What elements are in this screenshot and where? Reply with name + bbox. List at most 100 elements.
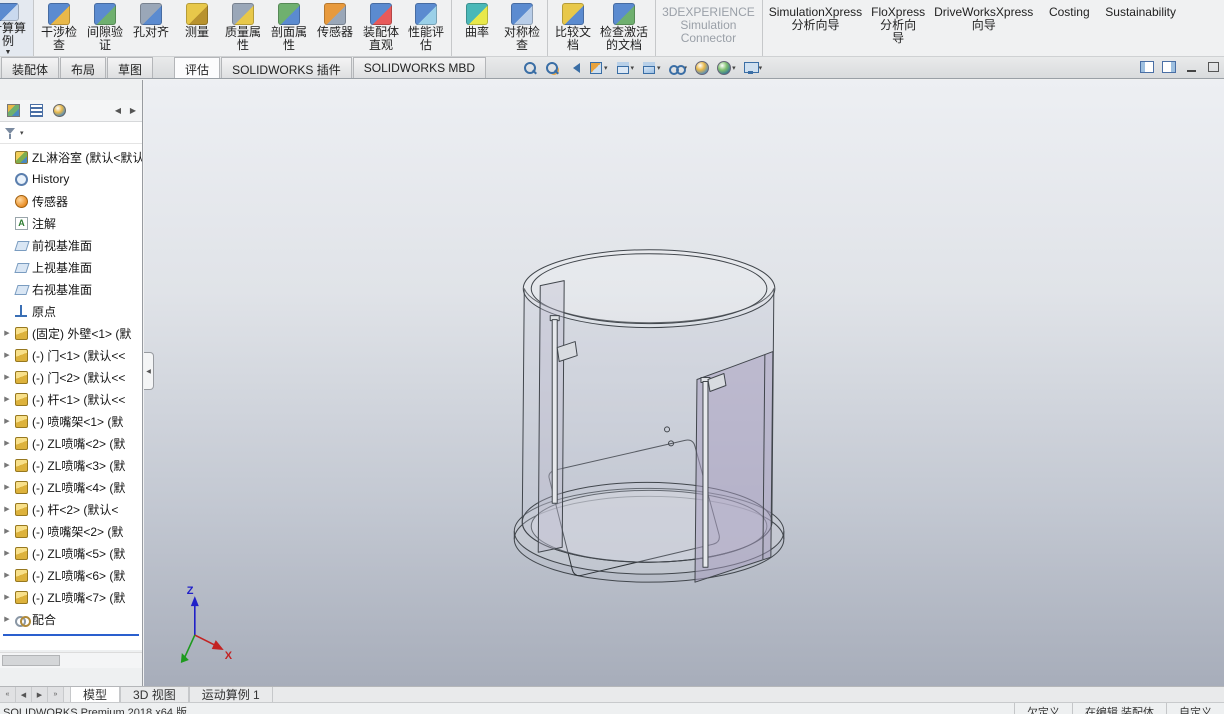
expander-arrow-icon[interactable] [3, 505, 11, 513]
feature-tree-item[interactable]: (-) ZL喷嘴<5> (默 [0, 542, 142, 564]
ribbon-command-button[interactable]: 间隙验 证 [82, 0, 128, 56]
feature-tree-item[interactable]: 前视基准面 [0, 234, 142, 256]
command-tab[interactable]: 布局 [60, 57, 107, 78]
rollback-bar[interactable] [3, 634, 139, 636]
display-manager-tab[interactable] [48, 101, 70, 120]
feature-tree-item[interactable]: (-) 喷嘴架<1> (默 [0, 410, 142, 432]
ribbon-command-button[interactable]: 质量属 性 [220, 0, 266, 56]
expander-arrow-icon[interactable] [3, 373, 11, 381]
chevron-down-icon[interactable]: ▾ [657, 64, 661, 72]
feature-tree-item[interactable]: (-) 杆<2> (默认< [0, 498, 142, 520]
ribbon-command-button[interactable]: Sustainability [1101, 0, 1180, 56]
feature-tree-item[interactable]: 配合 [0, 608, 142, 630]
feature-tree-item[interactable]: (-) ZL喷嘴<3> (默 [0, 454, 142, 476]
tree-filter[interactable]: ▾ [0, 122, 142, 144]
ribbon-command-button[interactable]: 检查激活 的文档 [596, 0, 657, 56]
command-tab[interactable]: 草图 [107, 57, 154, 78]
feature-tree-item[interactable]: (固定) 外壁<1> (默 [0, 322, 142, 344]
feature-tree-item[interactable]: (-) ZL喷嘴<6> (默 [0, 564, 142, 586]
go-first-icon[interactable]: « [0, 687, 16, 702]
command-tab[interactable]: 评估 [174, 57, 221, 78]
edit-appearance-button[interactable] [692, 58, 712, 77]
chevron-down-icon[interactable]: ▾ [732, 64, 736, 72]
ribbon-command-button[interactable]: DriveWorksXpress 向导 [930, 0, 1037, 56]
ribbon-command-button[interactable]: 装配体 直观 [358, 0, 404, 56]
ribbon-command-button[interactable]: 比较文 档 [550, 0, 596, 56]
previous-pane-arrow-icon[interactable]: ◀ [111, 106, 125, 115]
zoom-fit-button[interactable] [520, 58, 540, 77]
ribbon-command-button[interactable]: FloXpress 分析向 导 [866, 0, 930, 56]
minimize-icon[interactable] [1182, 59, 1200, 75]
expander-arrow-icon[interactable] [3, 461, 11, 469]
feature-tree-item[interactable]: (-) 门<1> (默认<< [0, 344, 142, 366]
go-previous-icon[interactable]: ◀ [16, 687, 32, 702]
view-settings-button[interactable]: ▾ [741, 58, 766, 77]
go-next-icon[interactable]: ▶ [32, 687, 48, 702]
featuremanager-tree-tab[interactable] [2, 101, 24, 120]
cabin-geometry[interactable] [513, 249, 785, 583]
property-manager-tab[interactable] [25, 101, 47, 120]
chevron-down-icon[interactable]: ▾ [20, 129, 24, 137]
graphics-area[interactable]: Z X [144, 80, 1224, 686]
chevron-down-icon[interactable]: ▾ [759, 64, 763, 72]
chevron-down-icon[interactable]: ▾ [604, 64, 608, 72]
chevron-down-icon[interactable]: ▾ [631, 64, 635, 72]
apply-scene-button[interactable]: ▾ [714, 58, 739, 77]
feature-tree-item[interactable]: (-) ZL喷嘴<7> (默 [0, 586, 142, 608]
ribbon-command-button[interactable]: 曲率 [454, 0, 500, 56]
feature-tree-item[interactable]: ZL淋浴室 (默认<默认_ [0, 146, 142, 168]
ribbon-command-button[interactable]: 3DEXPERIENCE Simulation Connector [658, 0, 763, 56]
tree-horizontal-scrollbar[interactable] [0, 652, 142, 668]
expander-arrow-icon[interactable] [3, 483, 11, 491]
next-pane-arrow-icon[interactable]: ▶ [126, 106, 140, 115]
view-orientation-button[interactable]: ▾ [613, 58, 638, 77]
expander-arrow-icon[interactable] [3, 527, 11, 535]
ribbon-command-button[interactable]: 孔对齐 [128, 0, 174, 56]
flyout-arrow-icon[interactable]: ▼ [5, 49, 12, 56]
panel-collapse-handle[interactable]: ◀ [144, 352, 154, 390]
go-last-icon[interactable]: » [48, 687, 64, 702]
expander-arrow-icon[interactable] [3, 571, 11, 579]
feature-tree-item[interactable]: (-) 喷嘴架<2> (默 [0, 520, 142, 542]
feature-tree-item[interactable]: (-) ZL喷嘴<4> (默 [0, 476, 142, 498]
feature-tree-item[interactable]: History [0, 168, 142, 190]
shower-cabin-model[interactable]: Z X [144, 80, 1224, 686]
expander-arrow-icon[interactable] [3, 549, 11, 557]
restore-icon[interactable] [1204, 59, 1222, 75]
document-tab[interactable]: 模型 [70, 687, 121, 702]
previous-view-button[interactable] [564, 58, 584, 77]
display-style-button[interactable]: ▾ [639, 58, 664, 77]
zoom-area-button[interactable] [542, 58, 562, 77]
expander-arrow-icon[interactable] [3, 329, 11, 337]
ribbon-command-button[interactable]: Costing [1037, 0, 1101, 56]
feature-tree-item[interactable]: 右视基准面 [0, 278, 142, 300]
feature-tree-item[interactable]: (-) ZL喷嘴<2> (默 [0, 432, 142, 454]
scrollbar-thumb[interactable] [2, 655, 60, 666]
ribbon-command-button[interactable]: 测量 [174, 0, 220, 56]
ribbon-command-button[interactable]: 传感器 [312, 0, 358, 56]
document-tab[interactable]: 运动算例 1 [188, 687, 273, 702]
collapse-pane-left-icon[interactable] [1138, 59, 1156, 75]
expander-arrow-icon[interactable] [3, 615, 11, 623]
expander-arrow-icon[interactable] [3, 417, 11, 425]
collapse-pane-right-icon[interactable] [1160, 59, 1178, 75]
hide-show-items-button[interactable]: ▾ [666, 58, 691, 77]
command-tab[interactable]: SOLIDWORKS 插件 [221, 57, 352, 78]
expander-arrow-icon[interactable] [3, 439, 11, 447]
ribbon-command-button[interactable]: 计算算 例 ▼ [0, 0, 35, 56]
ribbon-command-button[interactable]: 剖面属 性 [266, 0, 312, 56]
command-tab[interactable]: 装配体 [1, 57, 60, 78]
feature-tree-item[interactable]: (-) 门<2> (默认<< [0, 366, 142, 388]
section-view-button[interactable]: ▾ [586, 58, 611, 77]
feature-tree-item[interactable]: (-) 杆<1> (默认<< [0, 388, 142, 410]
expander-arrow-icon[interactable] [3, 395, 11, 403]
document-tab[interactable]: 3D 视图 [120, 687, 189, 702]
feature-tree-item[interactable]: 上视基准面 [0, 256, 142, 278]
ribbon-command-button[interactable]: 干涉检 查 [36, 0, 82, 56]
feature-tree-item[interactable]: 传感器 [0, 190, 142, 212]
expander-arrow-icon[interactable] [3, 593, 11, 601]
feature-tree-item[interactable]: 原点 [0, 300, 142, 322]
expander-arrow-icon[interactable] [3, 351, 11, 359]
ribbon-command-button[interactable]: SimulationXpress 分析向导 [765, 0, 866, 56]
feature-tree-item[interactable]: 注解 [0, 212, 142, 234]
